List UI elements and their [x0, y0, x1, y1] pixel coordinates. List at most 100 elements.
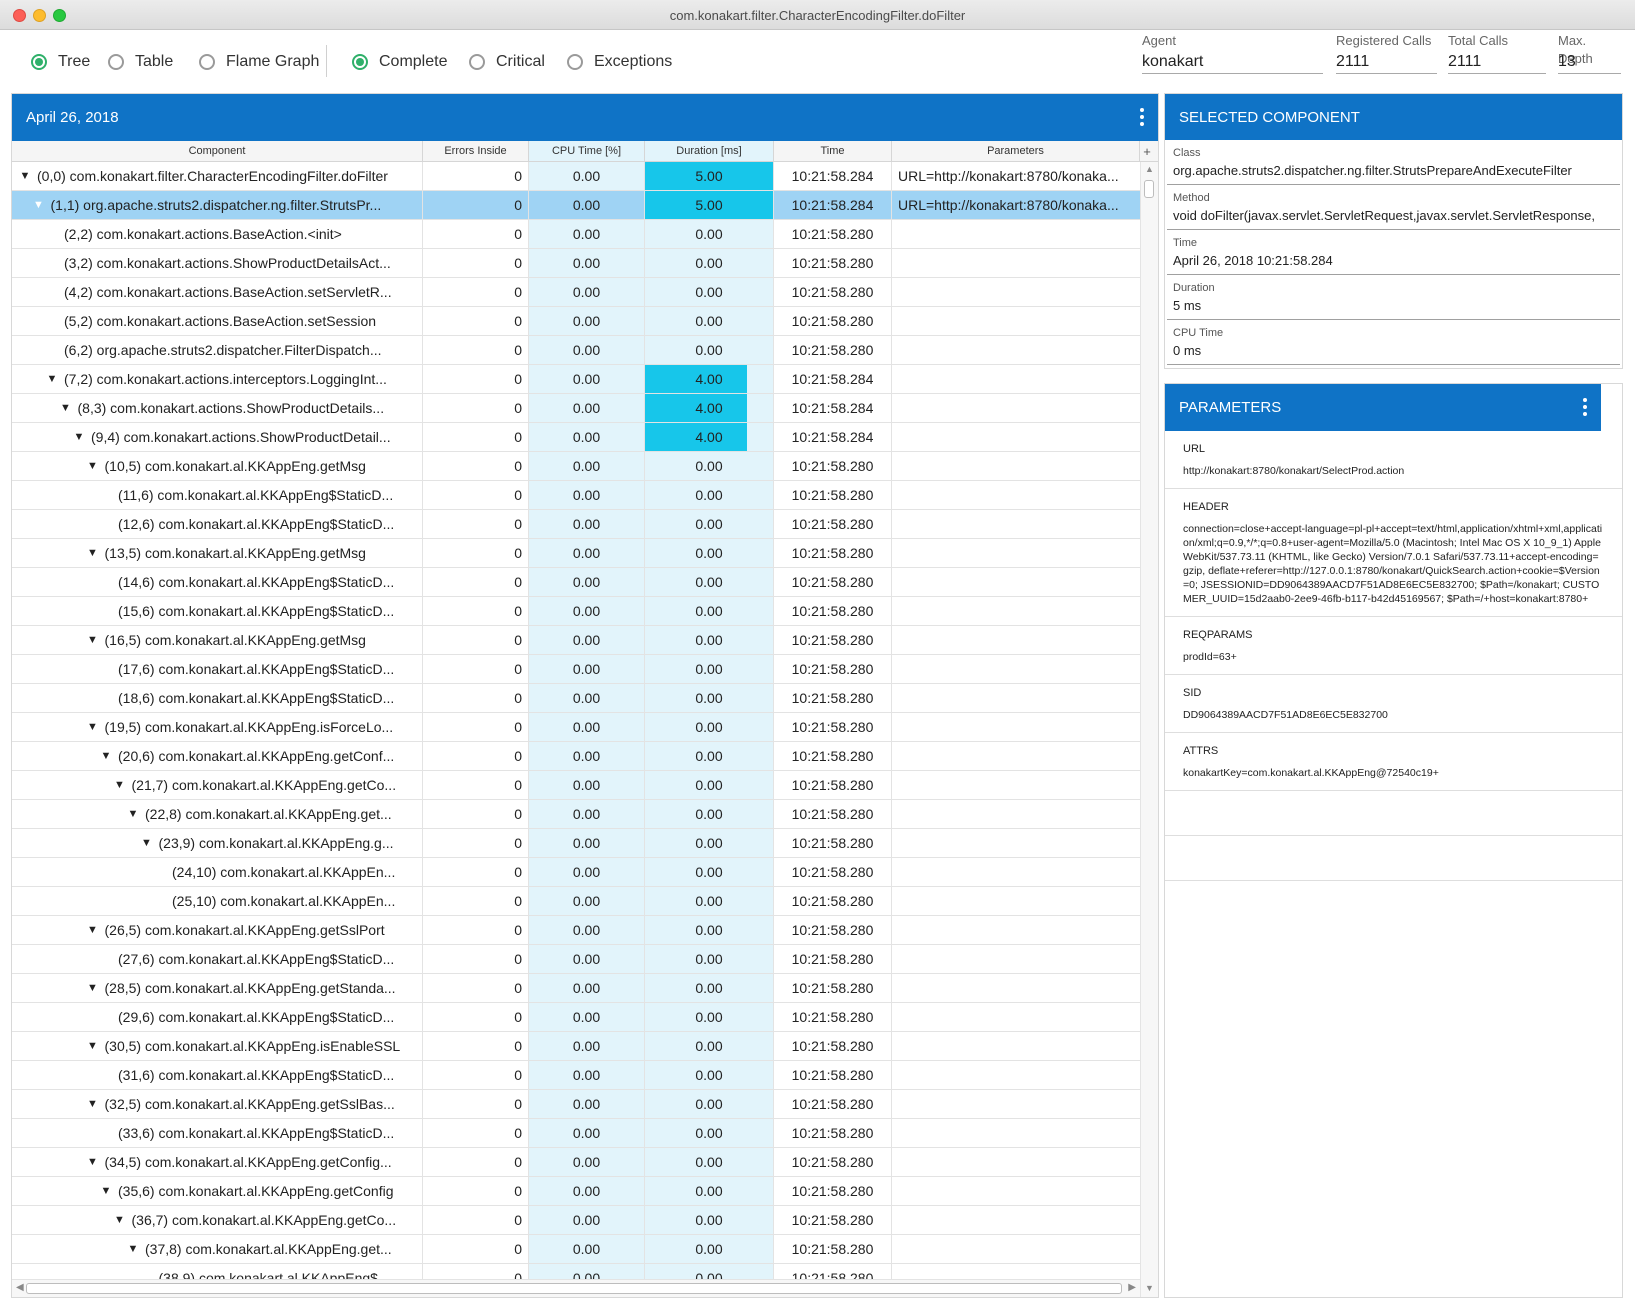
radio-flame-graph[interactable]: Flame Graph	[199, 51, 319, 73]
table-row[interactable]: ▼ (8,3) com.konakart.actions.ShowProductD…	[12, 394, 1140, 423]
table-row[interactable]: (2,2) com.konakart.actions.BaseAction.<i…	[12, 220, 1140, 249]
table-row[interactable]: (38,9) com.konakart.al.KKAppEng$... 0 0.00…	[12, 1264, 1140, 1280]
component-cell: ▼ (9,4) com.konakart.actions.ShowProductD…	[12, 423, 423, 451]
expand-triangle-icon[interactable]: ▼	[140, 837, 154, 849]
table-row[interactable]: ▼ (36,7) com.konakart.al.KKAppEng.getCo..…	[12, 1206, 1140, 1235]
component-label: (19,5) com.konakart.al.KKAppEng.isForceL…	[104, 719, 394, 735]
table-row[interactable]: ▼ (26,5) com.konakart.al.KKAppEng.getSslP…	[12, 916, 1140, 945]
table-row[interactable]: ▼ (10,5) com.konakart.al.KKAppEng.getMsg 0…	[12, 452, 1140, 481]
cpu-time-value[interactable]: 0 ms	[1173, 341, 1614, 361]
add-column-icon[interactable]: +	[1140, 141, 1154, 161]
scroll-right-icon[interactable]: ▶	[1128, 1282, 1136, 1293]
table-row[interactable]: ▼ (7,2) com.konakart.actions.interceptors…	[12, 365, 1140, 394]
expand-triangle-icon[interactable]: ▼	[113, 779, 127, 791]
vertical-scrollbar[interactable]: ▲ ▼	[1140, 162, 1158, 1297]
expand-triangle-icon[interactable]: ▼	[99, 1185, 113, 1197]
table-row[interactable]: (18,6) com.konakart.al.KKAppEng$StaticD.…	[12, 684, 1140, 713]
expand-triangle-icon[interactable]: ▼	[32, 199, 46, 211]
radio-exceptions[interactable]: Exceptions	[567, 51, 672, 73]
table-row[interactable]: (3,2) com.konakart.actions.ShowProductDe…	[12, 249, 1140, 278]
column-header-time[interactable]: Time	[774, 141, 892, 161]
table-row[interactable]: ▼ (20,6) com.konakart.al.KKAppEng.getConf…	[12, 742, 1140, 771]
table-row[interactable]: ▼ (35,6) com.konakart.al.KKAppEng.getConf…	[12, 1177, 1140, 1206]
table-row[interactable]: ▼ (0,0) com.konakart.filter.CharacterEnco…	[12, 162, 1140, 191]
table-row[interactable]: ▼ (30,5) com.konakart.al.KKAppEng.isEnabl…	[12, 1032, 1140, 1061]
time-cell: 10:21:58.280	[774, 655, 892, 683]
expand-triangle-icon[interactable]: ▼	[86, 982, 100, 994]
expand-triangle-icon[interactable]: ▼	[59, 402, 73, 414]
expand-triangle-icon[interactable]: ▼	[99, 750, 113, 762]
parameters-menu-icon[interactable]	[1583, 398, 1587, 416]
table-row[interactable]: ▼ (21,7) com.konakart.al.KKAppEng.getCo..…	[12, 771, 1140, 800]
horizontal-scroll-thumb[interactable]	[26, 1283, 1122, 1294]
expand-triangle-icon[interactable]: ▼	[113, 1214, 127, 1226]
table-row[interactable]: (25,10) com.konakart.al.KKAppEn... 0 0.00 0…	[12, 887, 1140, 916]
component-label: (30,5) com.konakart.al.KKAppEng.isEnable…	[104, 1038, 401, 1054]
vertical-scroll-thumb[interactable]	[1144, 180, 1154, 198]
table-row[interactable]: ▼ (37,8) com.konakart.al.KKAppEng.get... 0…	[12, 1235, 1140, 1264]
duration-value[interactable]: 5 ms	[1173, 296, 1614, 316]
duration-value: 0.00	[695, 255, 723, 271]
expand-triangle-icon[interactable]: ▼	[86, 547, 100, 559]
table-row[interactable]: (5,2) com.konakart.actions.BaseAction.se…	[12, 307, 1140, 336]
expand-triangle-icon[interactable]: ▼	[86, 1040, 100, 1052]
radio-complete[interactable]: Complete	[352, 51, 447, 73]
table-row[interactable]: (12,6) com.konakart.al.KKAppEng$StaticD.…	[12, 510, 1140, 539]
expand-triangle-icon[interactable]: ▼	[86, 634, 100, 646]
table-row[interactable]: ▼ (1,1) org.apache.struts2.dispatcher.ng.…	[12, 191, 1140, 220]
scroll-down-icon[interactable]: ▼	[1145, 1283, 1154, 1293]
expand-triangle-icon[interactable]: ▼	[126, 808, 140, 820]
expand-triangle-icon[interactable]: ▼	[86, 924, 100, 936]
column-header-cpu[interactable]: CPU Time [%]	[529, 141, 645, 161]
horizontal-scrollbar[interactable]: ◀ ▶	[12, 1279, 1140, 1297]
expand-triangle-icon[interactable]: ▼	[72, 431, 86, 443]
column-header-component[interactable]: Component	[12, 141, 423, 161]
radio-tree[interactable]: Tree	[31, 51, 90, 73]
table-row[interactable]: (14,6) com.konakart.al.KKAppEng$StaticD.…	[12, 568, 1140, 597]
expand-triangle-icon[interactable]: ▼	[45, 373, 59, 385]
table-row[interactable]: ▼ (23,9) com.konakart.al.KKAppEng.g... 0 0.…	[12, 829, 1140, 858]
table-row[interactable]: (17,6) com.konakart.al.KKAppEng$StaticD.…	[12, 655, 1140, 684]
table-row[interactable]: ▼ (9,4) com.konakart.actions.ShowProductD…	[12, 423, 1140, 452]
table-row[interactable]: (27,6) com.konakart.al.KKAppEng$StaticD.…	[12, 945, 1140, 974]
column-header-errors[interactable]: Errors Inside	[423, 141, 529, 161]
table-row[interactable]: (29,6) com.konakart.al.KKAppEng$StaticD.…	[12, 1003, 1140, 1032]
table-row[interactable]: ▼ (32,5) com.konakart.al.KKAppEng.getSslB…	[12, 1090, 1140, 1119]
table-row[interactable]: ▼ (34,5) com.konakart.al.KKAppEng.getConf…	[12, 1148, 1140, 1177]
expand-triangle-icon[interactable]: ▼	[86, 1098, 100, 1110]
duration-value: 0.00	[695, 864, 723, 880]
time-value[interactable]: April 26, 2018 10:21:58.284	[1173, 251, 1614, 271]
duration-cell: 0.00	[645, 510, 774, 538]
scroll-up-icon[interactable]: ▲	[1145, 164, 1154, 174]
component-cell: ▼ (36,7) com.konakart.al.KKAppEng.getCo..…	[12, 1206, 423, 1234]
expand-triangle-icon[interactable]: ▼	[86, 460, 100, 472]
table-row[interactable]: (24,10) com.konakart.al.KKAppEn... 0 0.00 0…	[12, 858, 1140, 887]
duration-cell: 0.00	[645, 336, 774, 364]
table-row[interactable]: (4,2) com.konakart.actions.BaseAction.se…	[12, 278, 1140, 307]
time-cell: 10:21:58.280	[774, 539, 892, 567]
method-value[interactable]: void doFilter(javax.servlet.ServletReque…	[1173, 206, 1614, 226]
class-value[interactable]: org.apache.struts2.dispatcher.ng.filter.…	[1173, 161, 1614, 181]
duration-value: 4.00	[695, 429, 723, 445]
radio-table[interactable]: Table	[108, 51, 173, 73]
table-row[interactable]: ▼ (22,8) com.konakart.al.KKAppEng.get... 0…	[12, 800, 1140, 829]
expand-triangle-icon[interactable]: ▼	[18, 170, 32, 182]
table-row[interactable]: ▼ (16,5) com.konakart.al.KKAppEng.getMsg 0…	[12, 626, 1140, 655]
column-header-parameters[interactable]: Parameters	[892, 141, 1140, 161]
table-row[interactable]: (33,6) com.konakart.al.KKAppEng$StaticD.…	[12, 1119, 1140, 1148]
table-row[interactable]: (31,6) com.konakart.al.KKAppEng$StaticD.…	[12, 1061, 1140, 1090]
cpu-cell: 0.00	[529, 1235, 645, 1263]
table-row[interactable]: (15,6) com.konakart.al.KKAppEng$StaticD.…	[12, 597, 1140, 626]
expand-triangle-icon[interactable]: ▼	[86, 1156, 100, 1168]
column-header-duration[interactable]: Duration [ms]	[645, 141, 774, 161]
table-row[interactable]: (6,2) org.apache.struts2.dispatcher.Filt…	[12, 336, 1140, 365]
radio-critical[interactable]: Critical	[469, 51, 545, 73]
expand-triangle-icon[interactable]: ▼	[126, 1243, 140, 1255]
table-row[interactable]: ▼ (19,5) com.konakart.al.KKAppEng.isForce…	[12, 713, 1140, 742]
table-row[interactable]: ▼ (13,5) com.konakart.al.KKAppEng.getMsg 0…	[12, 539, 1140, 568]
table-row[interactable]: ▼ (28,5) com.konakart.al.KKAppEng.getStan…	[12, 974, 1140, 1003]
expand-triangle-icon[interactable]: ▼	[86, 721, 100, 733]
scroll-left-icon[interactable]: ◀	[16, 1282, 24, 1293]
table-row[interactable]: (11,6) com.konakart.al.KKAppEng$StaticD.…	[12, 481, 1140, 510]
more-menu-icon[interactable]	[1140, 108, 1144, 126]
